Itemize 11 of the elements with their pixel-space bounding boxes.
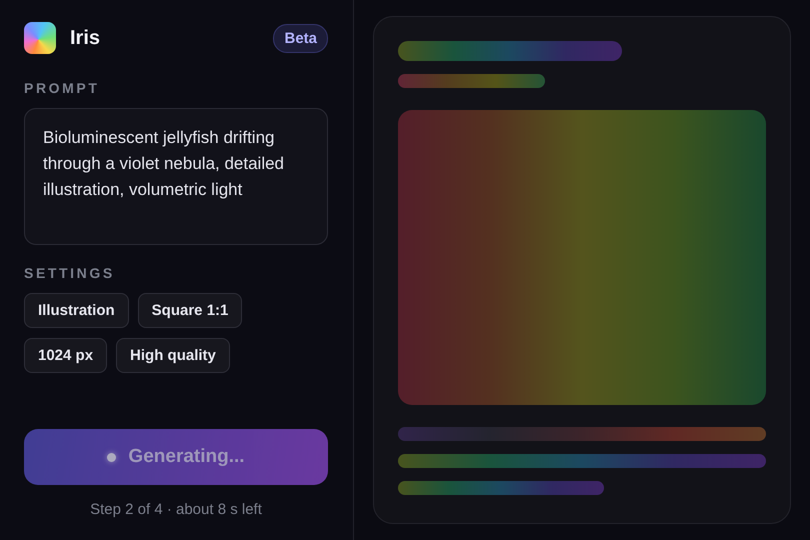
prompt-field[interactable]: Bioluminescent jellyfish drifting through a violet nebula, detailed illustration, volumetric light <box>24 108 328 245</box>
status-text: Step 2 of 4 · about 8 s left <box>89 501 263 518</box>
setting-chip[interactable]: Illustration <box>24 293 129 328</box>
setting-chip[interactable]: High quality <box>116 338 230 373</box>
app-name: Iris <box>70 26 100 50</box>
beta-badge: Beta <box>273 24 328 52</box>
setting-chip[interactable]: 1024 px <box>24 338 108 373</box>
section-label: SETTINGS <box>24 265 116 281</box>
logo-icon <box>24 22 56 54</box>
section-label: PROMPT <box>24 80 100 96</box>
setting-chip[interactable]: Square 1:1 <box>138 293 242 328</box>
